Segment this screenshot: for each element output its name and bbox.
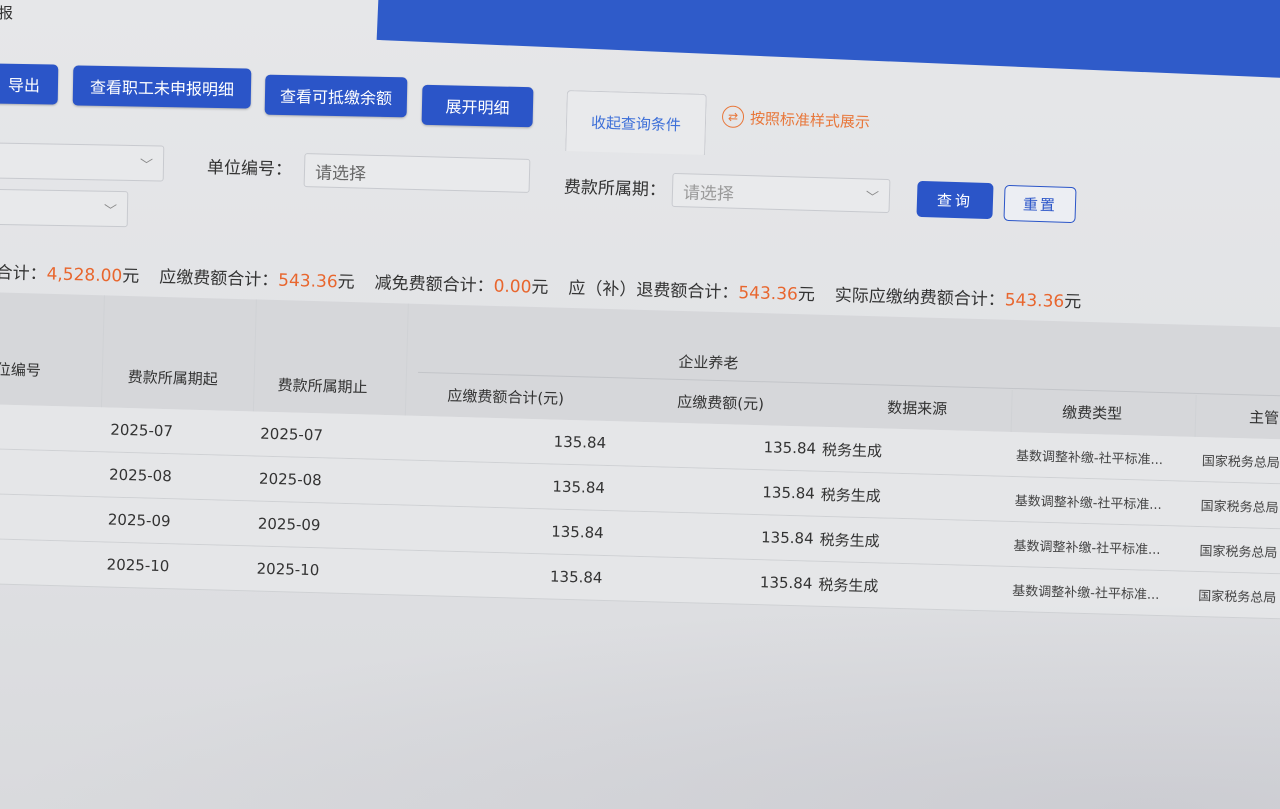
cell-period-end: 2025-10 bbox=[256, 559, 320, 580]
cell-due-amount: 135.84 bbox=[759, 573, 813, 593]
cell-due-amount: 135.84 bbox=[762, 483, 816, 503]
col-header-data-source: 数据来源 bbox=[886, 398, 948, 419]
cell-due-total: 135.84 bbox=[553, 432, 607, 452]
unit-no-placeholder: 请选择 bbox=[314, 162, 367, 185]
cell-due-total: 135.84 bbox=[549, 567, 603, 587]
reset-button[interactable]: 重置 bbox=[1003, 184, 1077, 224]
header-band bbox=[376, 0, 1280, 82]
screen-glare bbox=[0, 600, 1280, 809]
cell-period-start: 2025-08 bbox=[108, 465, 173, 486]
col-separator bbox=[252, 299, 257, 412]
summary-refund-label: 应（补）退费额合计： bbox=[568, 278, 739, 304]
summary-exempt-total: 减免费额合计：0.00元 bbox=[374, 268, 548, 298]
summary-total: 合计：4,528.00元 bbox=[0, 258, 140, 287]
chevron-down-icon: ﹀ bbox=[103, 203, 118, 220]
unit-no-input[interactable]: 请选择 bbox=[303, 153, 531, 193]
page-label: 报 bbox=[0, 4, 14, 22]
cell-period-end: 2025-07 bbox=[260, 424, 324, 445]
col-header-period-end: 费款所属期止 bbox=[277, 376, 368, 397]
view-deductible-balance-button[interactable]: 查看可抵缴余额 bbox=[264, 74, 408, 118]
standard-style-toggle[interactable]: ⇄ 按照标准样式展示 bbox=[721, 105, 871, 132]
cell-period-start: 2025-10 bbox=[106, 555, 170, 576]
filter-select-1[interactable]: ﹀ bbox=[0, 142, 165, 182]
summary-actual-label: 实际应缴纳费额合计： bbox=[834, 285, 1006, 311]
summary-refund-unit: 元 bbox=[797, 284, 816, 306]
swap-icon: ⇄ bbox=[721, 105, 745, 129]
cell-authority: 国家税务总局 bbox=[1200, 498, 1279, 516]
cell-period-start: 2025-09 bbox=[107, 510, 171, 531]
cell-due-amount: 135.84 bbox=[760, 528, 814, 548]
summary-actual-unit: 元 bbox=[1063, 291, 1082, 313]
col-header-due-total: 应缴费额合计(元) bbox=[447, 386, 565, 408]
cell-due-amount: 135.84 bbox=[763, 438, 817, 458]
chevron-down-icon: ﹀ bbox=[139, 158, 154, 174]
cell-authority: 国家税务总局 bbox=[1199, 543, 1278, 561]
cell-due-total: 135.84 bbox=[552, 477, 606, 497]
col-separator bbox=[1010, 389, 1013, 432]
cell-pay-type: 基数调整补缴-社平标准... bbox=[1015, 448, 1164, 468]
cell-period-end: 2025-09 bbox=[257, 514, 321, 535]
standard-style-label: 按照标准样式展示 bbox=[749, 108, 871, 132]
summary-actual-value: 543.36 bbox=[1004, 290, 1065, 312]
unit-no-label: 单位编号： bbox=[206, 158, 293, 180]
summary-total-value: 4,528.00 bbox=[46, 264, 123, 287]
cell-pay-type: 基数调整补缴-社平标准... bbox=[1013, 538, 1161, 558]
col-header-unit-no: 位编号 bbox=[0, 360, 42, 380]
col-header-due-amount: 应缴费额(元) bbox=[677, 392, 765, 414]
cell-authority: 国家税务总局 bbox=[1201, 453, 1280, 471]
summary-due-value: 543.36 bbox=[277, 270, 338, 293]
col-header-period-start: 费款所属期起 bbox=[127, 368, 218, 389]
export-button[interactable]: 导出 bbox=[0, 63, 59, 105]
summary-due-unit: 元 bbox=[337, 272, 355, 293]
summary-actual-total: 实际应缴纳费额合计：543.36元 bbox=[835, 281, 1082, 313]
summary-due-total: 应缴费额合计：543.36元 bbox=[159, 262, 355, 292]
cell-data-source: 税务生成 bbox=[820, 485, 882, 505]
summary-refund-total: 应（补）退费额合计：543.36元 bbox=[568, 274, 816, 306]
period-select[interactable]: 请选择 ﹀ bbox=[671, 172, 891, 214]
cell-period-start: 2025-07 bbox=[110, 420, 174, 441]
collapse-query-tab[interactable]: 收起查询条件 bbox=[565, 90, 707, 155]
cell-pay-type: 基数调整补缴-社平标准... bbox=[1014, 493, 1162, 513]
period-placeholder: 请选择 bbox=[682, 182, 735, 205]
group-header-enterprise-pension: 企业养老 bbox=[678, 352, 739, 373]
cell-period-end: 2025-08 bbox=[258, 469, 322, 490]
summary-exempt-unit: 元 bbox=[531, 277, 549, 298]
query-button[interactable]: 查询 bbox=[916, 180, 994, 220]
summary-exempt-label: 减免费额合计： bbox=[374, 273, 494, 297]
col-header-pay-type: 缴费类型 bbox=[1061, 403, 1123, 423]
summary-due-label: 应缴费额合计： bbox=[158, 267, 279, 291]
screen: 报 导出 查看职工未申报明细 查看可抵缴余额 展开明细 收起查询条件 ⇄ 按照标… bbox=[0, 0, 1280, 809]
col-separator bbox=[404, 303, 409, 416]
view-unreported-employees-button[interactable]: 查看职工未申报明细 bbox=[72, 65, 252, 109]
expand-details-button[interactable]: 展开明细 bbox=[421, 84, 534, 128]
period-label: 费款所属期： bbox=[563, 177, 667, 201]
summary-exempt-value: 0.00 bbox=[493, 276, 532, 298]
col-separator bbox=[1194, 394, 1197, 437]
summary-total-label: 合计： bbox=[0, 262, 47, 285]
col-header-authority: 主管 bbox=[1248, 408, 1280, 428]
summary-total-unit: 元 bbox=[121, 266, 140, 287]
cell-data-source: 税务生成 bbox=[819, 530, 880, 550]
cell-due-total: 135.84 bbox=[550, 522, 604, 542]
cell-data-source: 税务生成 bbox=[821, 440, 883, 460]
chevron-down-icon: ﹀ bbox=[865, 190, 880, 206]
filter-select-2[interactable]: ﹀ bbox=[0, 188, 129, 228]
col-separator bbox=[100, 295, 105, 408]
summary-refund-value: 543.36 bbox=[738, 283, 799, 305]
